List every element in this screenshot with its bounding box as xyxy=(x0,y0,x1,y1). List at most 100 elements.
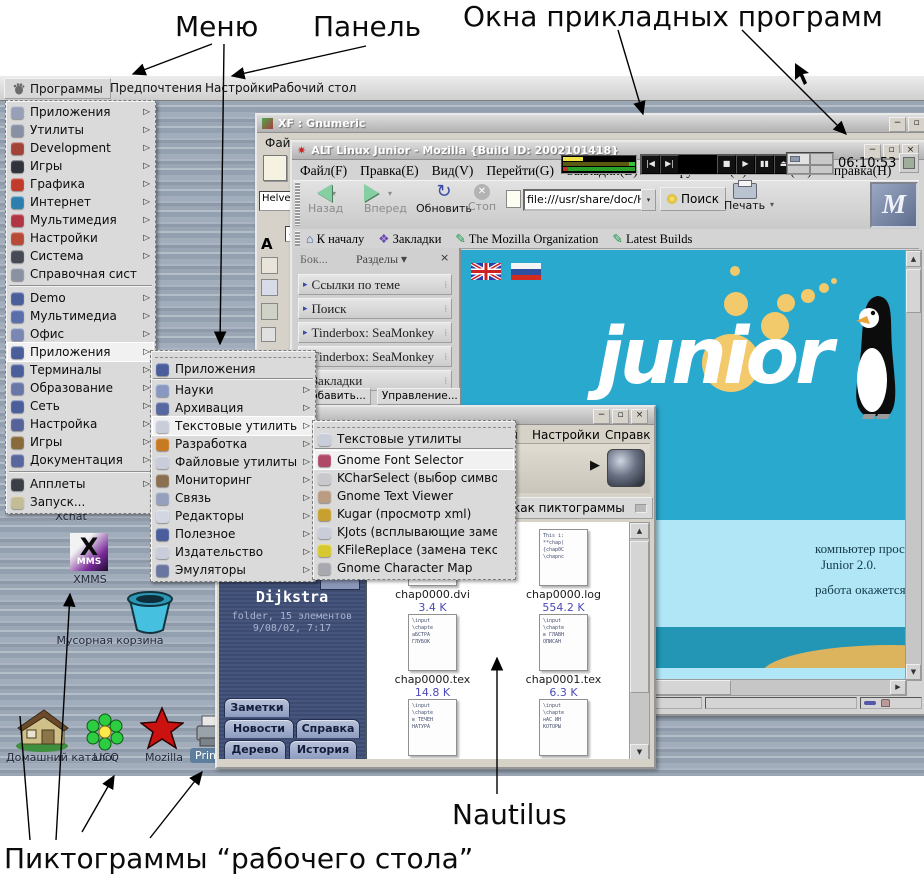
menu-item[interactable]: Development ▷ xyxy=(8,139,153,157)
tab-tree[interactable]: Дерево xyxy=(224,740,286,759)
view-mode-dropdown[interactable]: как пиктограммы xyxy=(507,497,653,519)
xmms-dock-applet[interactable] xyxy=(561,155,637,174)
file-item[interactable]: \input \chapte нАС ИН КОТОРЫ xyxy=(498,699,629,759)
prev-track-icon[interactable]: |◀ xyxy=(641,155,660,174)
menu-item[interactable]: Приложения ▷ xyxy=(8,343,153,361)
tearoff-line[interactable] xyxy=(155,353,311,358)
licq-icon-label[interactable]: LICQ xyxy=(88,751,124,764)
panel-menu-desktop[interactable]: Рабочий стол xyxy=(272,81,356,95)
file-item[interactable]: \input \chapte в ТЕЧЕН НАТУРА xyxy=(367,699,498,759)
menu-item[interactable]: Утилиты ▷ xyxy=(8,121,153,139)
toolbar-grippy[interactable] xyxy=(295,182,300,226)
toolbar-icon[interactable] xyxy=(261,279,278,296)
menu-item[interactable]: Kugar (просмотр xml) ▷ xyxy=(315,505,513,523)
trash-icon[interactable] xyxy=(118,586,182,636)
menu-item[interactable]: Сеть ▷ xyxy=(8,397,153,415)
minimize-button[interactable]: − xyxy=(889,117,906,132)
vertical-scrollbar[interactable]: ▲ ▼ xyxy=(905,250,922,681)
cd-player-applet[interactable]: |◀ ▶| ■ ▶ ▮▮ ⏏ xyxy=(640,154,794,175)
menu-item[interactable]: Архивация ▷ xyxy=(153,399,313,417)
mozilla-star-label[interactable]: Mozilla xyxy=(144,751,184,764)
file-item[interactable]: This i: **chap( {chap0C \chapnc chap0000… xyxy=(498,529,629,614)
stop-button[interactable]: ✕ Стоп xyxy=(468,184,496,213)
forward-button[interactable]: ▾ Вперед xyxy=(364,184,407,215)
new-file-icon[interactable] xyxy=(263,155,287,181)
bookmarks-manage-button[interactable]: Управление... xyxy=(377,388,463,405)
menu-item[interactable]: Demo ▷ xyxy=(8,289,153,307)
menu-item[interactable]: Игры ▷ xyxy=(8,433,153,451)
home-icon[interactable] xyxy=(14,706,70,752)
stop-icon[interactable]: ■ xyxy=(717,155,736,174)
menu-item[interactable]: Издательство ▷ xyxy=(153,543,313,561)
menu-item[interactable]: Апплеты ▷ xyxy=(8,475,153,493)
menu-item[interactable]: Игры ▷ xyxy=(8,157,153,175)
menu-item[interactable]: Связь ▷ xyxy=(153,489,313,507)
menu-item[interactable]: Графика ▷ xyxy=(8,175,153,193)
menu-item[interactable]: Интернет ▷ xyxy=(8,193,153,211)
next-track-icon[interactable]: ▶| xyxy=(660,155,679,174)
mozilla-logo-icon[interactable]: M xyxy=(870,182,918,228)
bookmark-latest-builds[interactable]: ✎ Latest Builds xyxy=(612,231,692,247)
mozilla-menu-item[interactable]: Файл(F) xyxy=(300,163,347,179)
panel-menu-preferences[interactable]: Предпочтения xyxy=(110,81,202,95)
menu-item[interactable]: Приложения ▷ xyxy=(8,103,153,121)
menu-item[interactable]: Мониторинг ▷ xyxy=(153,471,313,489)
play-icon[interactable]: ▶ xyxy=(736,155,755,174)
menu-item[interactable]: Мультимедия ▷ xyxy=(8,211,153,229)
menu-item[interactable]: Документация ▷ xyxy=(8,451,153,469)
go-arrow-icon[interactable]: ▶ xyxy=(590,458,600,473)
menu-item[interactable]: Gnome Font Selector ▷ xyxy=(315,451,513,469)
ru-flag-icon[interactable] xyxy=(511,263,541,280)
print-button[interactable]: Печать xyxy=(724,183,765,212)
menu-item[interactable]: Образование ▷ xyxy=(8,379,153,397)
menu-item[interactable]: Приложения ▷ xyxy=(153,360,313,379)
toolbar-icon[interactable] xyxy=(261,257,278,274)
clock-applet[interactable]: 06:10:53 xyxy=(838,156,896,171)
uk-flag-icon[interactable] xyxy=(471,263,501,280)
mozilla-star-icon[interactable] xyxy=(140,706,184,752)
menu-item[interactable]: Науки ▷ xyxy=(153,381,313,399)
xmms-icon-label[interactable]: XMMS xyxy=(60,573,120,586)
menu-item[interactable]: Разработка ▷ xyxy=(153,435,313,453)
nautilus-menu-settings[interactable]: Настройки xyxy=(532,428,600,442)
menu-item[interactable]: Текстовые утилиты ▷ xyxy=(153,417,313,435)
url-input[interactable]: file:///usr/share/doc/H xyxy=(523,189,647,211)
nautilus-menu-help[interactable]: Справк xyxy=(605,428,651,442)
menu-item[interactable]: Справочная система ▷ xyxy=(8,265,153,283)
close-button[interactable]: × xyxy=(631,409,648,424)
back-button[interactable]: ▾ Назад xyxy=(308,184,343,215)
file-item[interactable]: \input \chapte в ГЛАВН ОПИСАН chap0001.t… xyxy=(498,614,629,699)
reload-button[interactable]: ↻ Обновить xyxy=(416,182,472,215)
tab-history[interactable]: История xyxy=(289,740,357,759)
menu-item[interactable]: Текстовые утилиты ▷ xyxy=(315,430,513,449)
minimize-button[interactable]: − xyxy=(593,409,610,424)
screen-icon[interactable] xyxy=(899,153,919,173)
tab-help[interactable]: Справка xyxy=(296,719,360,738)
menu-item[interactable]: KJots (всплывающие заметки) ▷ xyxy=(315,523,513,541)
mozilla-menu-item[interactable]: Вид(V) xyxy=(432,163,474,179)
tab-news[interactable]: Новости xyxy=(224,719,294,738)
programs-button[interactable]: Программы xyxy=(4,78,111,99)
menu-item[interactable]: Запуск... ▷ xyxy=(8,493,153,511)
bookmark-bookmarks[interactable]: ❖ Закладки xyxy=(378,231,441,247)
tearoff-line[interactable] xyxy=(317,423,511,428)
mozilla-menu-item[interactable]: Перейти(G) xyxy=(486,163,554,179)
menu-item[interactable]: Система ▷ xyxy=(8,247,153,265)
menu-item[interactable]: Редакторы ▷ xyxy=(153,507,313,525)
url-dropdown-button[interactable]: ▾ xyxy=(641,189,656,211)
sidebar-panel[interactable]: ▸ Tinderbox: SeaMonkey ⁞ xyxy=(298,322,452,343)
tab-notes[interactable]: Заметки xyxy=(224,698,290,717)
licq-icon[interactable] xyxy=(86,713,124,751)
sidebar-close-icon[interactable]: × xyxy=(440,251,449,264)
menu-item[interactable]: Настройка ▷ xyxy=(8,415,153,433)
bold-icon[interactable]: A xyxy=(261,235,273,253)
menu-item[interactable]: Gnome Text Viewer ▷ xyxy=(315,487,513,505)
panel-menu-settings[interactable]: Настройки xyxy=(205,81,273,95)
sidebar-panel[interactable]: ▸ Tinderbox: SeaMonkey ⁞ xyxy=(298,346,452,367)
menu-item[interactable]: Полезное ▷ xyxy=(153,525,313,543)
sidebar-panel[interactable]: ▸ Ссылки по теме ⁞ xyxy=(298,274,452,295)
file-pane-scrollbar[interactable]: ▲ ▼ xyxy=(629,522,650,761)
toolbar-icon[interactable] xyxy=(261,327,276,342)
maximize-button[interactable]: ▫ xyxy=(908,117,924,132)
bookmark-home[interactable]: ⌂ К началу xyxy=(306,232,364,247)
